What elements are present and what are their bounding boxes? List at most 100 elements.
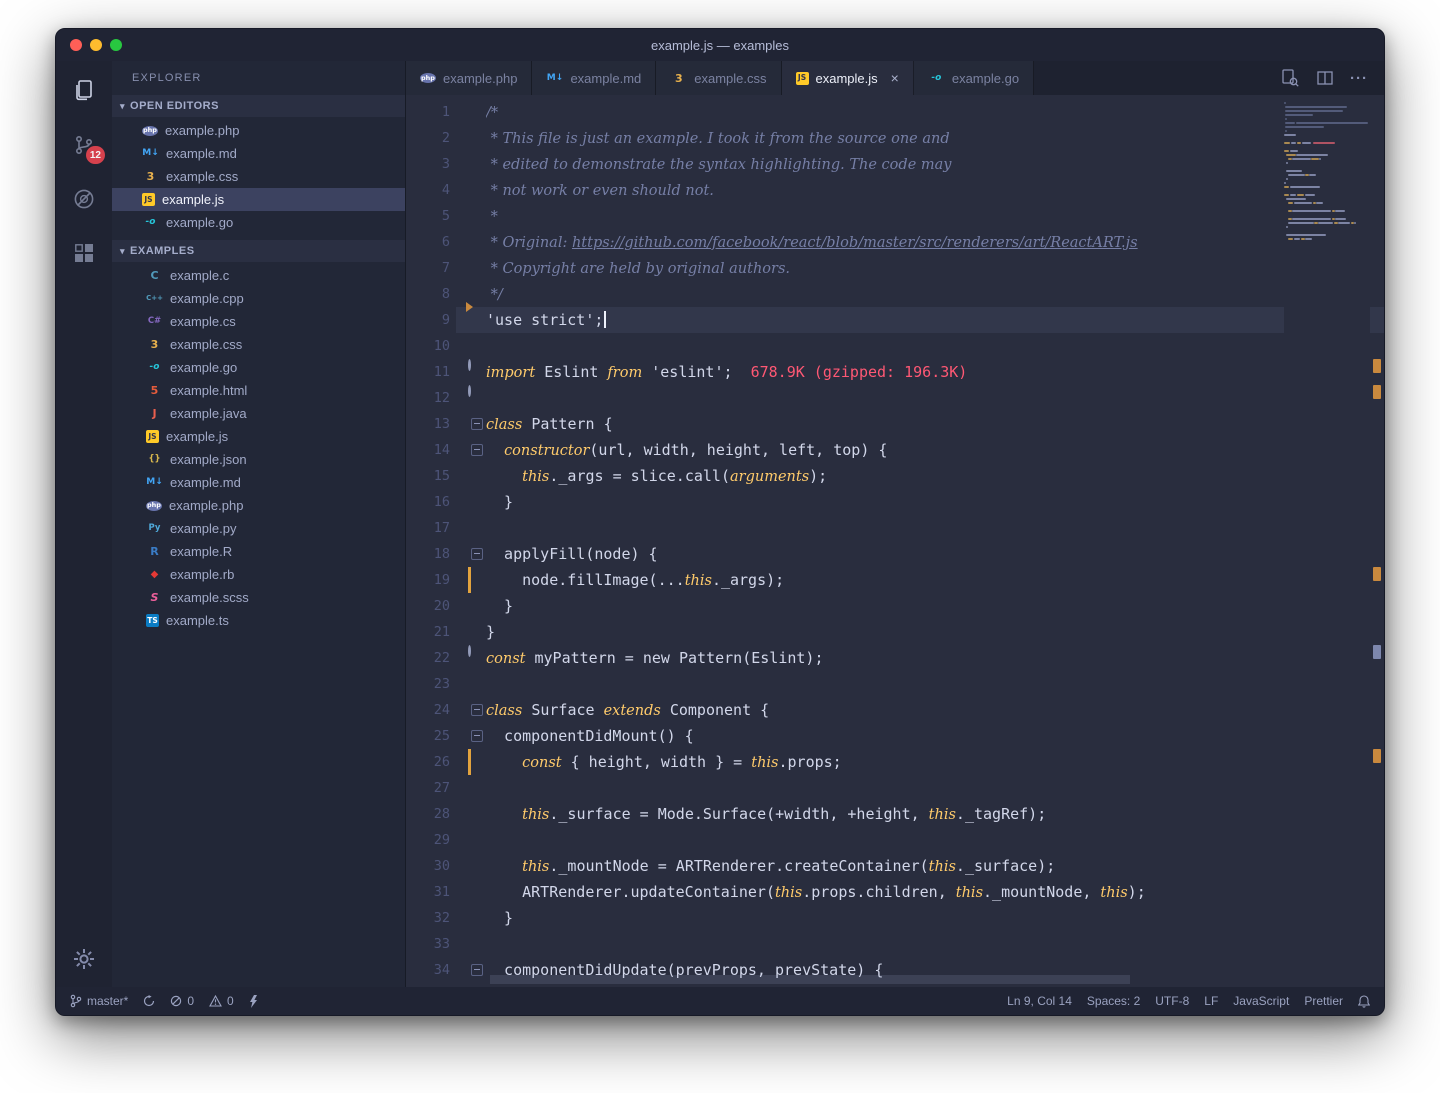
sidebar-item-example-scss[interactable]: Sexample.scss	[112, 586, 405, 609]
code-text[interactable]: class Pattern {	[486, 411, 1384, 437]
code-text[interactable]: *	[486, 203, 1384, 229]
line-number[interactable]: 32	[406, 905, 456, 931]
code-line-32[interactable]: 32 }	[406, 905, 1384, 931]
settings-gear-icon[interactable]	[70, 945, 98, 973]
sidebar-item-example-php[interactable]: php example.php	[112, 119, 405, 142]
code-text[interactable]: node.fillImage(...this._args);	[486, 567, 1384, 593]
gutter[interactable]	[456, 931, 486, 957]
line-number[interactable]: 33	[406, 931, 456, 957]
code-text[interactable]: applyFill(node) {	[486, 541, 1384, 567]
line-number[interactable]: 14	[406, 437, 456, 463]
code-text[interactable]: }	[486, 905, 1384, 931]
code-text[interactable]: this._mountNode = ARTRenderer.createCont…	[486, 853, 1384, 879]
explorer-activity-icon[interactable]	[70, 77, 98, 105]
code-text[interactable]: class Surface extends Component {	[486, 697, 1384, 723]
code-text[interactable]: * Copyright are held by original authors…	[486, 255, 1384, 281]
status-git-branch[interactable]: master*	[70, 994, 128, 1008]
code-line-5[interactable]: 5 *	[406, 203, 1384, 229]
line-number[interactable]: 31	[406, 879, 456, 905]
section-header-open-editors[interactable]: ▾ OPEN EDITORS	[112, 95, 405, 117]
gutter[interactable]	[456, 593, 486, 619]
open-preview-icon[interactable]	[1280, 68, 1300, 88]
gutter[interactable]	[456, 281, 486, 312]
line-number[interactable]: 19	[406, 567, 456, 593]
status-spaces-2[interactable]: Spaces: 2	[1087, 994, 1140, 1008]
code-line-11[interactable]: 11 import Eslint from 'eslint'; 678.9K (g…	[406, 359, 1384, 385]
line-number[interactable]: 1	[406, 99, 456, 125]
code-line-21[interactable]: 21}	[406, 619, 1384, 645]
tab-example-js[interactable]: JS example.js ×	[781, 61, 914, 95]
sidebar-item-example-css[interactable]: 3 example.css	[112, 165, 405, 188]
gutter[interactable]	[456, 853, 486, 879]
code-line-7[interactable]: 7 * Copyright are held by original autho…	[406, 255, 1384, 281]
sidebar-item-example-r[interactable]: Rexample.R	[112, 540, 405, 563]
code-line-14[interactable]: 14 constructor(url, width, height, left,…	[406, 437, 1384, 463]
line-number[interactable]: 24	[406, 697, 456, 723]
fold-icon[interactable]	[471, 704, 483, 716]
zoom-window-button[interactable]	[110, 39, 122, 51]
gutter[interactable]	[456, 645, 486, 671]
gutter[interactable]	[456, 775, 486, 801]
gutter[interactable]	[456, 359, 486, 385]
split-editor-icon[interactable]	[1316, 69, 1334, 87]
sidebar-item-example-css[interactable]: 3 example.css	[112, 333, 405, 356]
gutter[interactable]	[456, 333, 486, 359]
code-line-17[interactable]: 17	[406, 515, 1384, 541]
code-text[interactable]	[486, 671, 1384, 697]
code-line-20[interactable]: 20 }	[406, 593, 1384, 619]
status-error-circle[interactable]: 0	[170, 994, 194, 1008]
line-number[interactable]: 5	[406, 203, 456, 229]
code-line-25[interactable]: 25 componentDidMount() {	[406, 723, 1384, 749]
section-header-examples[interactable]: ▾ EXAMPLES	[112, 240, 405, 262]
gutter[interactable]	[456, 983, 486, 987]
fold-icon[interactable]	[471, 444, 483, 456]
line-number[interactable]: 29	[406, 827, 456, 853]
code-text[interactable]: ARTRenderer.updateContainer(this.props.c…	[486, 879, 1384, 905]
code-line-18[interactable]: 18 applyFill(node) {	[406, 541, 1384, 567]
code-text[interactable]	[486, 775, 1384, 801]
line-number[interactable]: 13	[406, 411, 456, 437]
code-line-28[interactable]: 28 this._surface = Mode.Surface(+width, …	[406, 801, 1384, 827]
code-line-30[interactable]: 30 this._mountNode = ARTRenderer.createC…	[406, 853, 1384, 879]
code-line-15[interactable]: 15 this._args = slice.call(arguments);	[406, 463, 1384, 489]
code-text[interactable]: * Original: https://github.com/facebook/…	[486, 229, 1384, 255]
code-line-16[interactable]: 16 }	[406, 489, 1384, 515]
gutter[interactable]	[456, 125, 486, 151]
line-number[interactable]: 10	[406, 333, 456, 359]
line-number[interactable]: 17	[406, 515, 456, 541]
line-number[interactable]: 6	[406, 229, 456, 255]
extensions-activity-icon[interactable]	[70, 239, 98, 267]
gutter[interactable]	[456, 385, 486, 411]
gutter[interactable]	[456, 463, 486, 489]
fold-icon[interactable]	[471, 964, 483, 976]
line-number[interactable]: 9	[406, 307, 456, 333]
code-line-4[interactable]: 4 * not work or even should not.	[406, 177, 1384, 203]
sidebar-item-example-rb[interactable]: ◆ example.rb	[112, 563, 405, 586]
code-line-3[interactable]: 3 * edited to demonstrate the syntax hig…	[406, 151, 1384, 177]
code-line-8[interactable]: 8 */	[406, 281, 1384, 312]
code-text[interactable]	[486, 515, 1384, 541]
code-text[interactable]: * This file is just an example. I took i…	[486, 125, 1384, 151]
code-editor[interactable]: 1/* 2 * This file is just an example. I t…	[406, 95, 1384, 987]
code-line-29[interactable]: 29	[406, 827, 1384, 853]
tab-example-go[interactable]: -o example.go	[913, 61, 1035, 95]
fold-icon[interactable]	[471, 548, 483, 560]
code-line-19[interactable]: 19 node.fillImage(...this._args);	[406, 567, 1384, 593]
line-number[interactable]: 28	[406, 801, 456, 827]
code-text[interactable]: const myPattern = new Pattern(Eslint);	[486, 645, 1384, 671]
gutter[interactable]	[456, 541, 486, 567]
close-tab-icon[interactable]: ×	[891, 70, 899, 86]
line-number[interactable]: 8	[406, 281, 456, 307]
gutter[interactable]	[456, 567, 486, 593]
code-text[interactable]: }	[486, 489, 1384, 515]
line-number[interactable]: 16	[406, 489, 456, 515]
code-line-6[interactable]: 6 * Original: https://github.com/faceboo…	[406, 229, 1384, 255]
gutter[interactable]	[456, 619, 486, 645]
code-line-13[interactable]: 13 class Pattern {	[406, 411, 1384, 437]
gutter[interactable]	[456, 437, 486, 463]
line-number[interactable]: 27	[406, 775, 456, 801]
sidebar-item-example-cs[interactable]: C# example.cs	[112, 310, 405, 333]
code-text[interactable]: this._surface = Mode.Surface(+width, +he…	[486, 801, 1384, 827]
gutter[interactable]	[456, 671, 486, 697]
code-text[interactable]: /*	[486, 99, 1384, 125]
